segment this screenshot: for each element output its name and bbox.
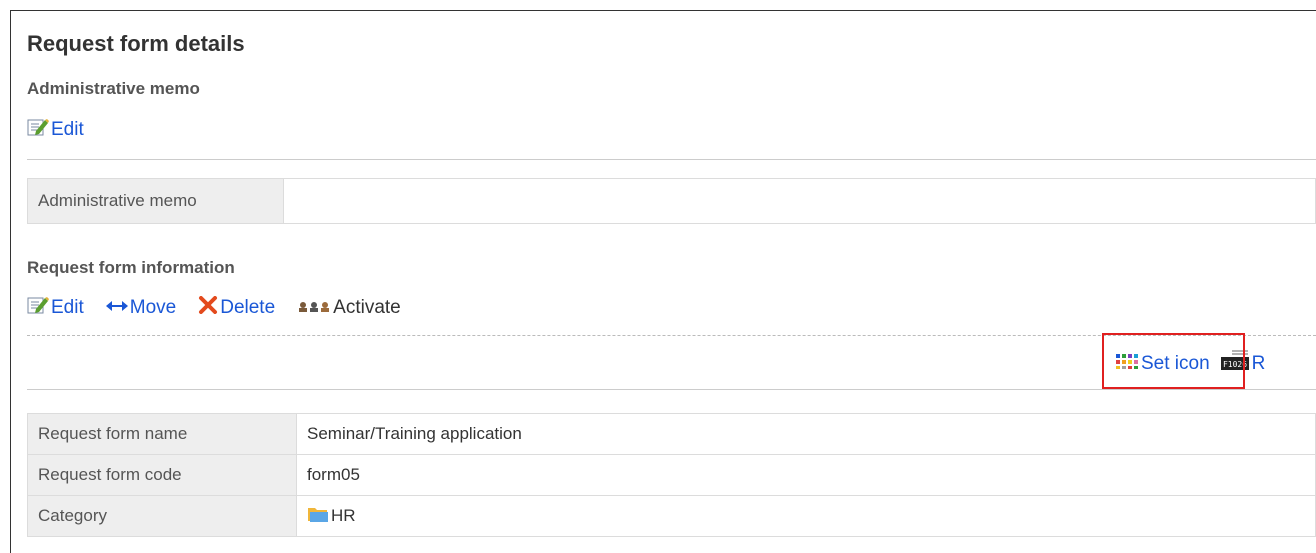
edit-label: Edit [51,297,84,318]
admin-memo-actions: Edit [27,117,106,143]
move-label: Move [129,297,177,318]
request-form-name-label: Request form name [27,413,297,455]
table-row: Administrative memo [27,178,1316,224]
activate-label: Activate [333,297,401,318]
move-arrows-icon [105,297,128,319]
table-row: Request form code form05 [27,454,1316,496]
activate-users-icon [297,297,331,319]
admin-memo-heading: Administrative memo [27,79,200,98]
category-value-cell: HR [296,495,1316,537]
request-form-code-label: Request form code [27,454,297,496]
request-form-code-value: form05 [296,454,1316,496]
table-row: Request form name Seminar/Training appli… [27,413,1316,455]
table-row: Category HR [27,495,1316,537]
admin-memo-edit-label: Edit [51,119,84,140]
request-form-table: Request form name Seminar/Training appli… [27,413,1316,537]
delete-label: Delete [220,297,276,318]
page-title: Request form details [27,31,245,56]
edit-pencil-icon [27,295,49,321]
request-form-actions: Edit Move Delete Activate [27,295,423,321]
delete-link[interactable]: Delete [198,296,275,320]
set-icon-highlight-box [1102,333,1245,389]
admin-memo-edit-link[interactable]: Edit [27,117,84,143]
activate-link[interactable]: Activate [297,297,401,319]
admin-memo-table: Administrative memo [27,178,1316,224]
category-value: HR [331,506,356,525]
divider [27,159,1316,160]
edit-pencil-icon [27,117,49,143]
category-link[interactable]: HR [307,505,356,528]
divider [27,389,1316,390]
admin-memo-value [283,178,1316,224]
request-form-edit-link[interactable]: Edit [27,295,84,321]
form-code-label-truncated: R [1251,353,1266,374]
move-link[interactable]: Move [105,297,177,319]
request-form-name-value: Seminar/Training application [296,413,1316,455]
admin-memo-label: Administrative memo [27,178,284,224]
folder-icon [307,505,329,528]
delete-x-icon [198,296,218,320]
request-form-info-heading: Request form information [27,258,235,277]
category-label: Category [27,495,297,537]
